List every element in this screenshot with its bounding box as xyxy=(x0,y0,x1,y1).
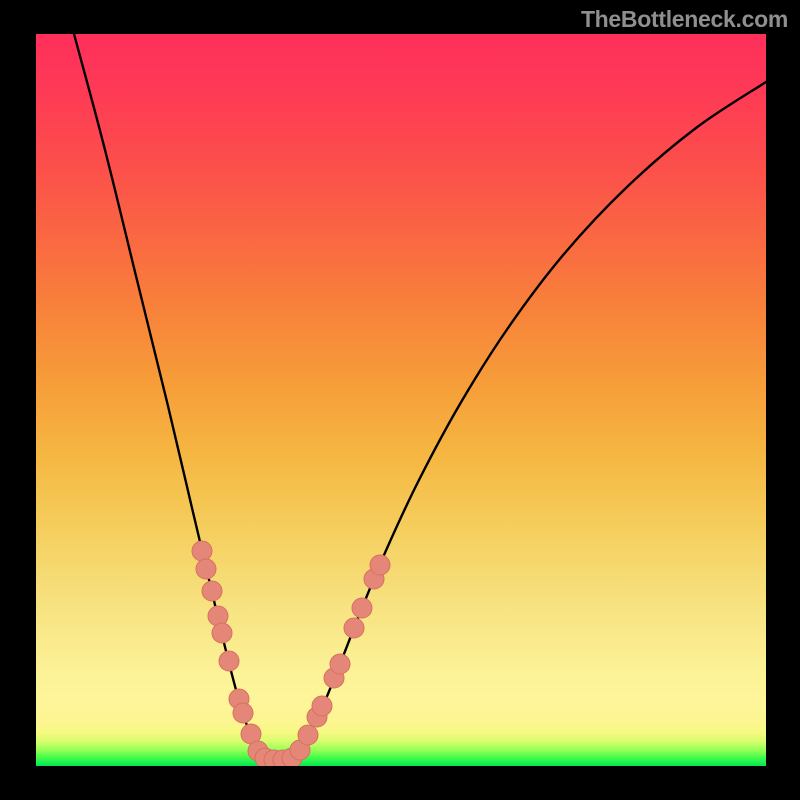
data-marker xyxy=(370,555,390,575)
data-marker xyxy=(219,651,239,671)
data-marker xyxy=(312,696,332,716)
bottleneck-curve xyxy=(74,34,766,760)
data-marker xyxy=(330,654,350,674)
marker-layer xyxy=(192,541,390,766)
data-marker xyxy=(352,598,372,618)
watermark-text: TheBottleneck.com xyxy=(581,6,788,33)
data-marker xyxy=(344,618,364,638)
data-marker xyxy=(202,581,222,601)
data-marker xyxy=(196,559,216,579)
chart-frame: TheBottleneck.com xyxy=(0,0,800,800)
chart-svg xyxy=(36,34,766,766)
data-marker xyxy=(298,725,318,745)
data-marker xyxy=(233,703,253,723)
data-marker xyxy=(192,541,212,561)
plot-area xyxy=(36,34,766,766)
data-marker xyxy=(212,623,232,643)
